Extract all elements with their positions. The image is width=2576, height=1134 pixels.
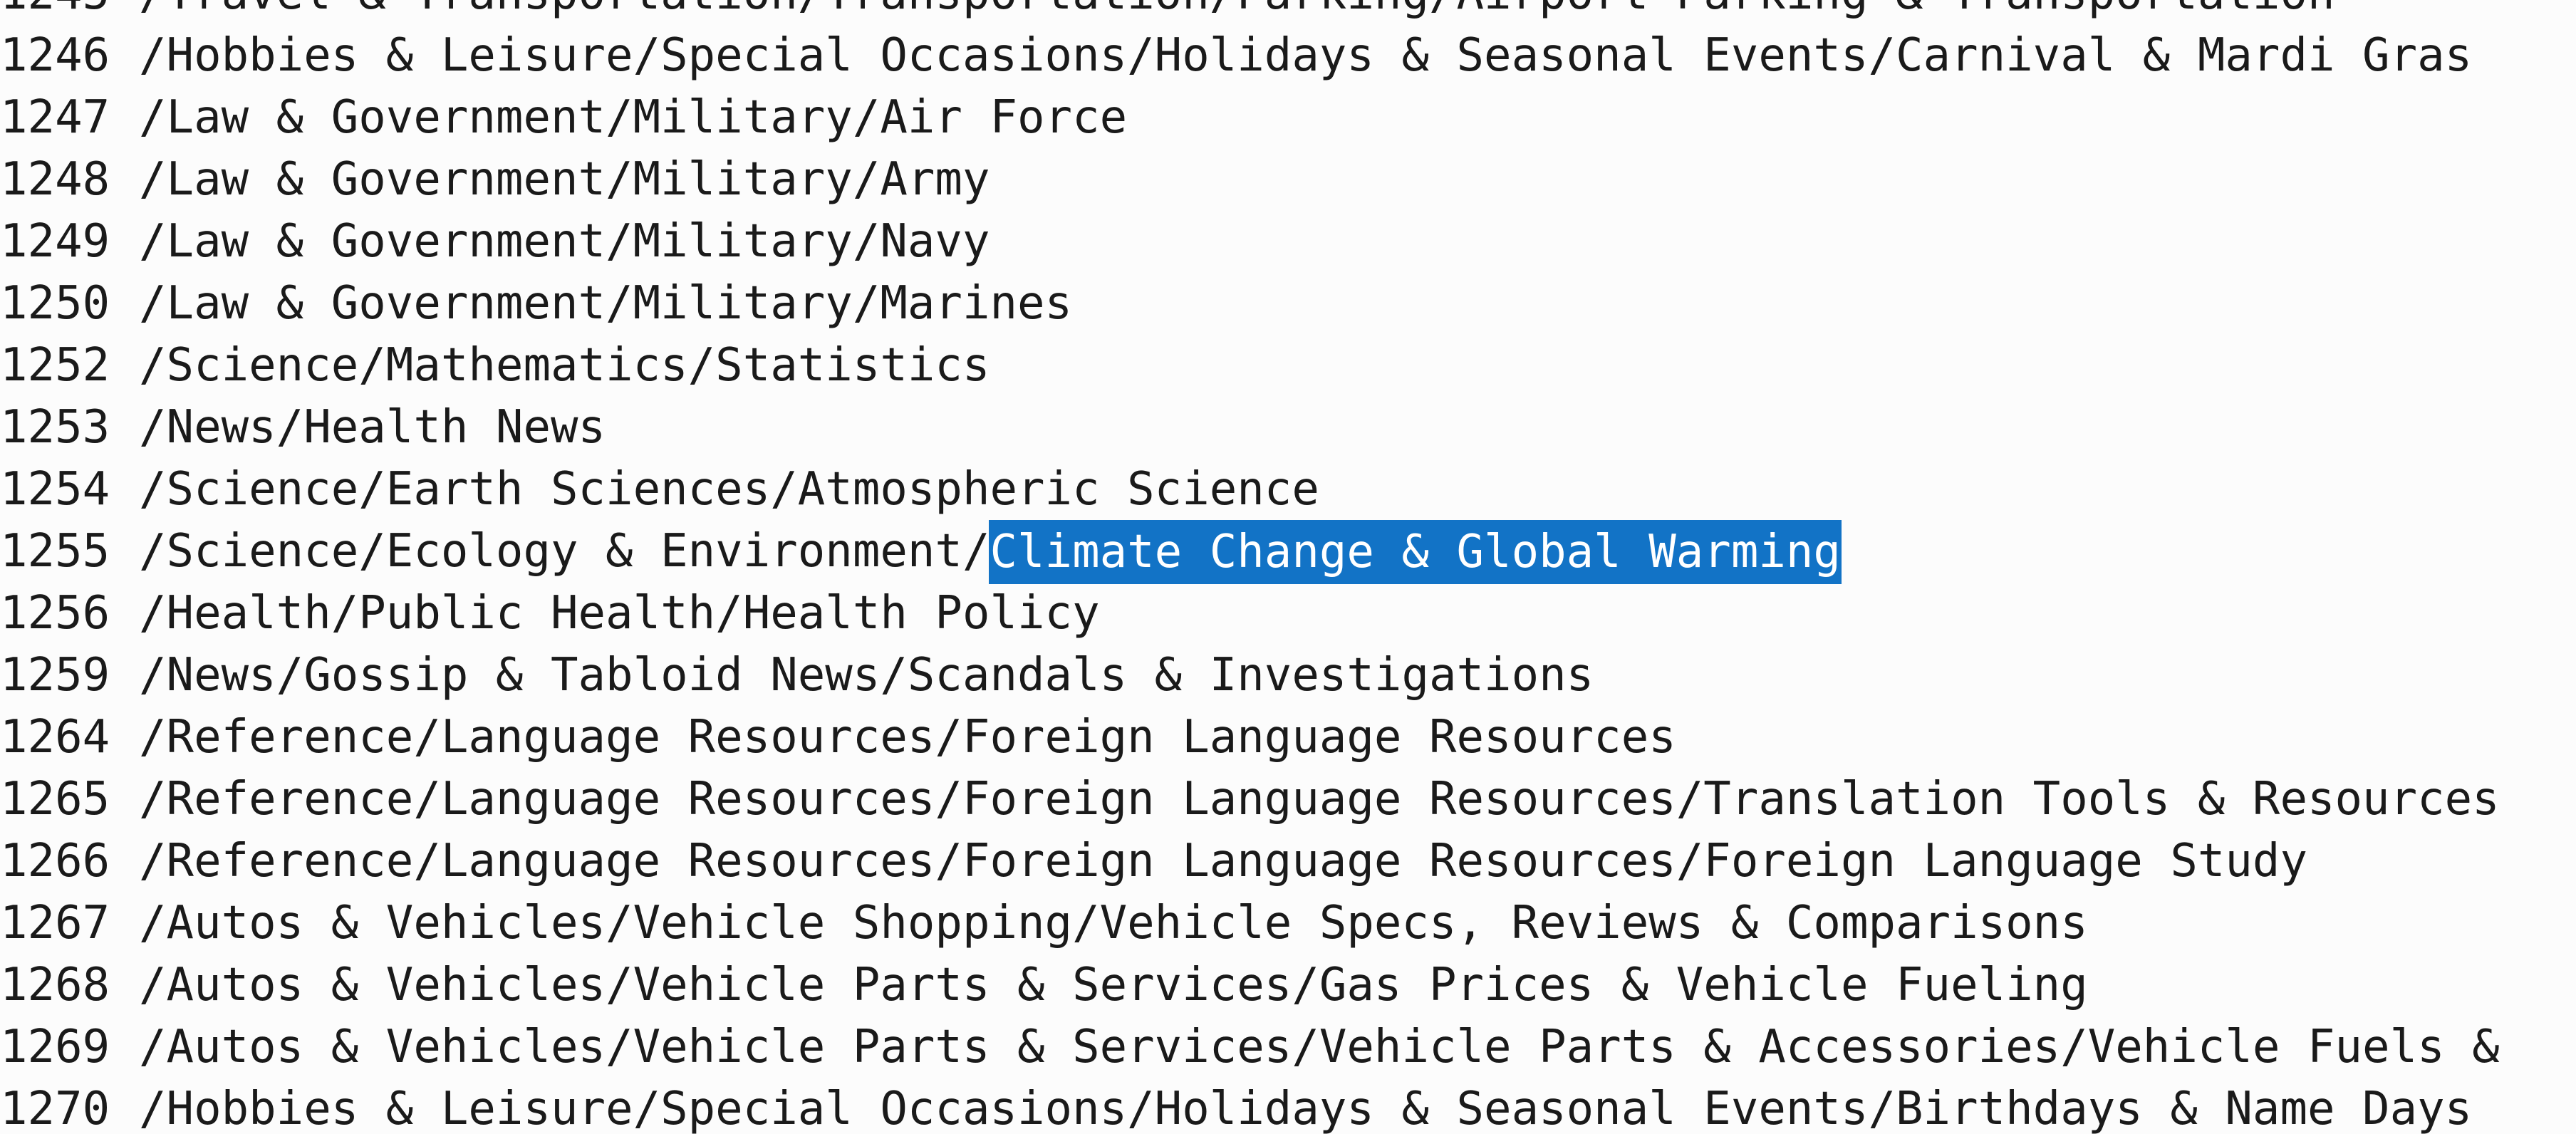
line-number: 1253 bbox=[0, 401, 110, 454]
code-line[interactable]: 1267/Autos & Vehicles/Vehicle Shopping/V… bbox=[0, 893, 2576, 954]
code-viewport[interactable]: 1245/Travel & Transportation/Transportat… bbox=[0, 0, 2576, 1134]
code-line-text: /Law & Government/Military/Navy bbox=[139, 215, 990, 268]
line-number: 1250 bbox=[0, 277, 110, 330]
code-line[interactable]: 1269/Autos & Vehicles/Vehicle Parts & Se… bbox=[0, 1016, 2576, 1078]
line-number: 1256 bbox=[0, 587, 110, 640]
code-line-text: /News/Health News bbox=[139, 401, 606, 454]
code-line[interactable]: 1265/Reference/Language Resources/Foreig… bbox=[0, 769, 2576, 831]
code-line-text: /Hobbies & Leisure/Special Occasions/Hol… bbox=[139, 29, 2473, 82]
code-line[interactable]: 1248/Law & Government/Military/Army bbox=[0, 149, 2576, 211]
line-number: 1254 bbox=[0, 463, 110, 516]
code-line-text: /Autos & Vehicles/Vehicle Parts & Servic… bbox=[139, 1021, 2500, 1073]
code-line-text: /Reference/Language Resources/Foreign La… bbox=[139, 711, 1676, 764]
code-line[interactable]: 1266/Reference/Language Resources/Foreig… bbox=[0, 831, 2576, 893]
line-number: 1267 bbox=[0, 897, 110, 950]
code-line[interactable]: 1249/Law & Government/Military/Navy bbox=[0, 211, 2576, 273]
code-line[interactable]: 1255/Science/Ecology & Environment/Clima… bbox=[0, 521, 2576, 583]
code-line-text: /Travel & Transportation/Transportation/… bbox=[139, 0, 2335, 20]
code-line[interactable]: 1245/Travel & Transportation/Transportat… bbox=[0, 0, 2576, 25]
line-number: 1265 bbox=[0, 773, 110, 826]
line-number: 1246 bbox=[0, 29, 110, 82]
line-number: 1249 bbox=[0, 215, 110, 268]
line-number: 1259 bbox=[0, 649, 110, 702]
code-line-text: /Reference/Language Resources/Foreign La… bbox=[139, 773, 2500, 826]
code-line-text: /News/Gossip & Tabloid News/Scandals & I… bbox=[139, 649, 1594, 702]
line-number: 1270 bbox=[0, 1083, 110, 1134]
line-number: 1252 bbox=[0, 339, 110, 392]
line-number: 1268 bbox=[0, 959, 110, 1011]
line-number: 1248 bbox=[0, 153, 110, 206]
code-line-text-prefix: /Science/Ecology & Environment/ bbox=[139, 525, 990, 578]
code-line[interactable]: 1268/Autos & Vehicles/Vehicle Parts & Se… bbox=[0, 954, 2576, 1016]
code-line-text: /Law & Government/Military/Air Force bbox=[139, 91, 1128, 144]
code-line[interactable]: 1252/Science/Mathematics/Statistics bbox=[0, 335, 2576, 397]
code-line-text: /Autos & Vehicles/Vehicle Parts & Servic… bbox=[139, 959, 2088, 1011]
line-number: 1264 bbox=[0, 711, 110, 764]
code-line[interactable]: 1253/News/Health News bbox=[0, 397, 2576, 459]
line-number: 1245 bbox=[0, 0, 139, 25]
code-line[interactable]: 1254/Science/Earth Sciences/Atmospheric … bbox=[0, 459, 2576, 521]
code-line[interactable]: 1264/Reference/Language Resources/Foreig… bbox=[0, 707, 2576, 769]
line-number: 1266 bbox=[0, 835, 110, 888]
code-line[interactable]: 1246/Hobbies & Leisure/Special Occasions… bbox=[0, 25, 2576, 87]
code-line-text: /Health/Public Health/Health Policy bbox=[139, 587, 1100, 640]
selected-text-highlight[interactable]: Climate Change & Global Warming bbox=[990, 521, 1841, 583]
code-line[interactable]: 1259/News/Gossip & Tabloid News/Scandals… bbox=[0, 645, 2576, 707]
code-line-text: /Autos & Vehicles/Vehicle Shopping/Vehic… bbox=[139, 897, 2088, 950]
code-line-text: /Law & Government/Military/Army bbox=[139, 153, 990, 206]
code-line[interactable]: 1256/Health/Public Health/Health Policy bbox=[0, 583, 2576, 645]
code-line[interactable]: 1250/Law & Government/Military/Marines bbox=[0, 273, 2576, 335]
code-line-list: 1245/Travel & Transportation/Transportat… bbox=[0, 0, 2576, 1134]
code-line[interactable]: 1247/Law & Government/Military/Air Force bbox=[0, 87, 2576, 149]
line-number: 1247 bbox=[0, 91, 110, 144]
code-line-text: /Reference/Language Resources/Foreign La… bbox=[139, 835, 2307, 888]
code-line-text: /Law & Government/Military/Marines bbox=[139, 277, 1073, 330]
code-line-text: /Science/Earth Sciences/Atmospheric Scie… bbox=[139, 463, 1319, 516]
code-line-text: /Hobbies & Leisure/Special Occasions/Hol… bbox=[139, 1083, 2473, 1134]
code-line[interactable]: 1270/Hobbies & Leisure/Special Occasions… bbox=[0, 1078, 2576, 1134]
line-number: 1269 bbox=[0, 1021, 110, 1073]
line-number: 1255 bbox=[0, 525, 110, 578]
code-line-text: /Science/Mathematics/Statistics bbox=[139, 339, 990, 392]
